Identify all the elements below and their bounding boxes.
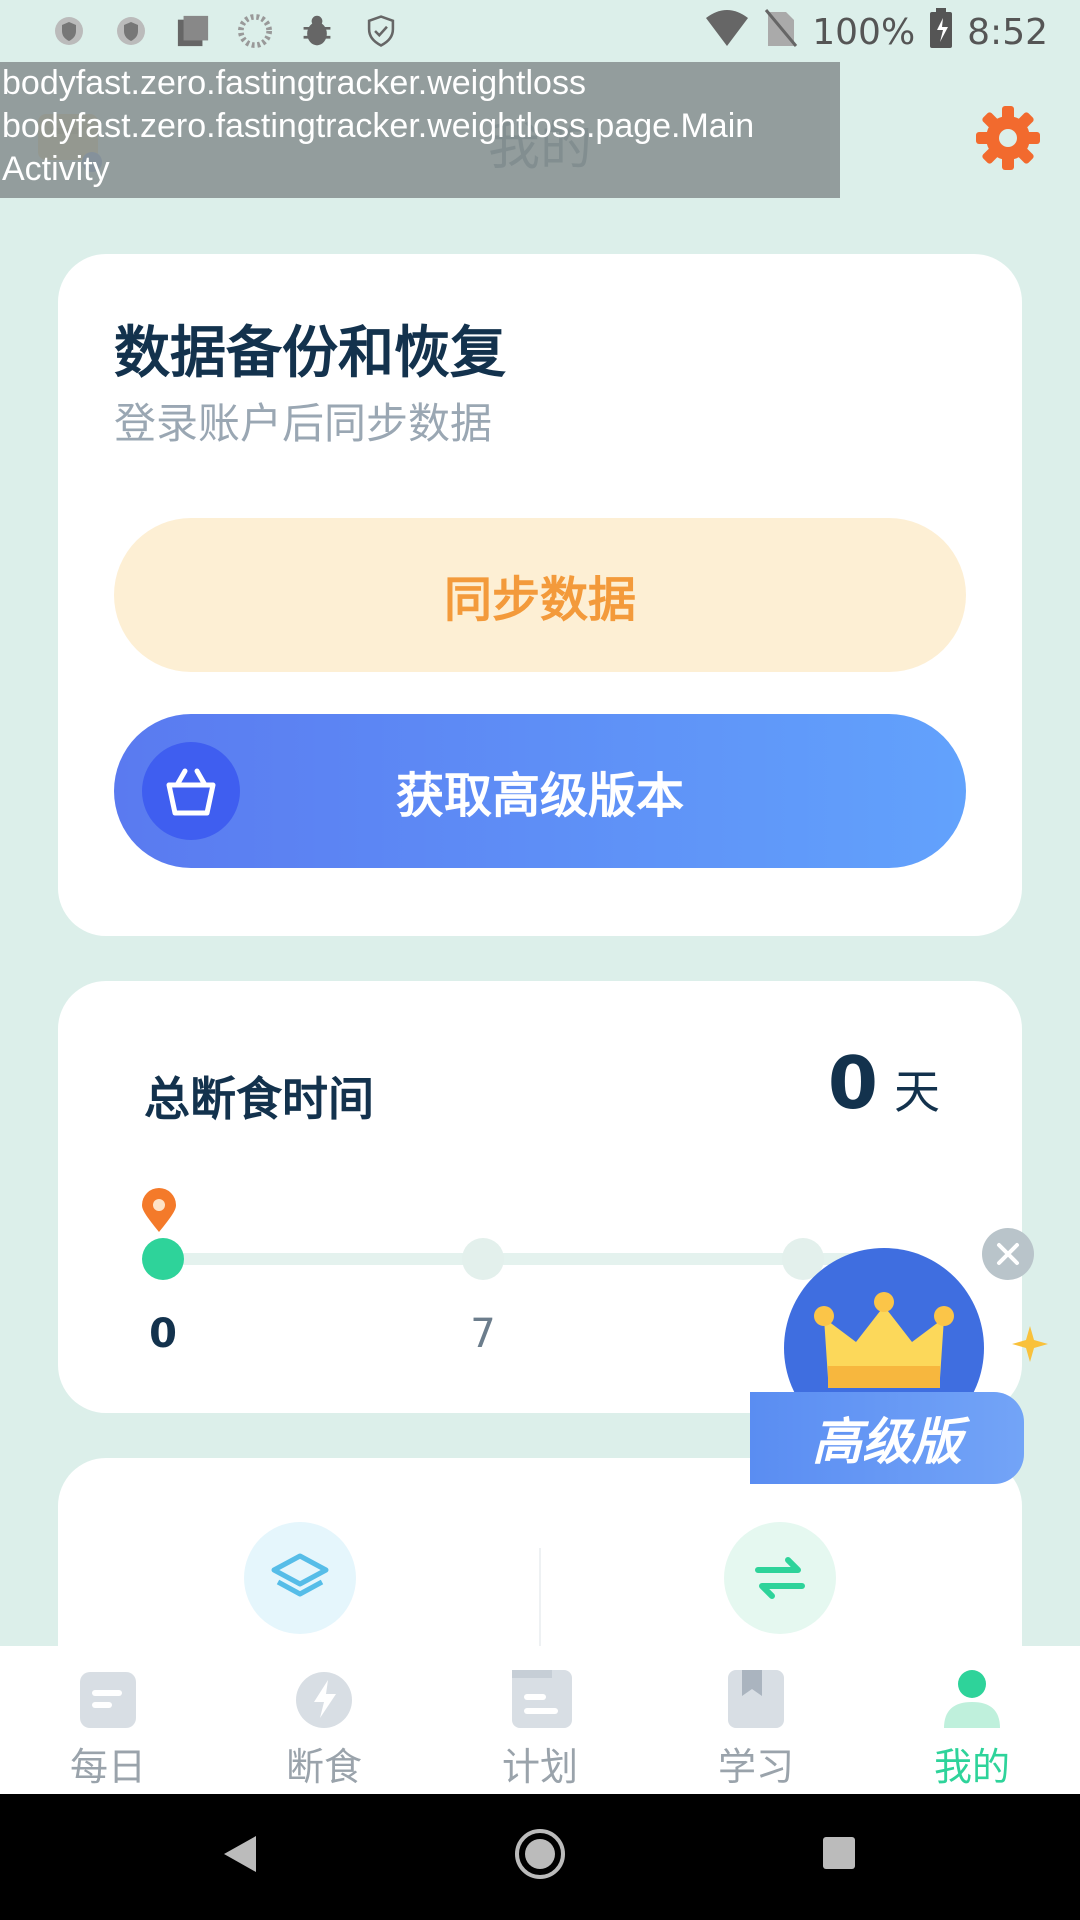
nav-label-learn: 学习 [717,1745,794,1789]
clock-time: 8:52 [967,11,1048,53]
backup-title: 数据备份和恢复 [114,321,506,386]
no-sim-icon [764,8,798,57]
fasting-days-number: 0 [827,1041,878,1125]
debug-package-line: bodyfast.zero.fastingtracker.weightloss [2,64,586,102]
nav-item-me[interactable]: 我的 [864,1646,1080,1794]
backup-card: 数据备份和恢复 登录账户后同步数据 同步数据 获取高级版本 [58,254,1022,936]
bottom-nav: 每日 断食 计划 学习 我的 [0,1646,1080,1794]
get-premium-button[interactable]: 获取高级版本 [114,714,966,868]
note-icon [78,1668,138,1730]
fasting-days-unit: 天 [894,1065,940,1119]
bookmark-icon [726,1668,786,1730]
premium-label: 获取高级版本 [395,768,684,824]
nav-item-plan[interactable]: 计划 [432,1646,648,1794]
nav-item-learn[interactable]: 学习 [648,1646,864,1794]
milestone-label: 7 [470,1311,496,1357]
fasting-time-title: 总断食时间 [144,1072,374,1126]
premium-promo-badge[interactable]: 高级版 [750,1228,1050,1488]
close-icon[interactable] [982,1228,1034,1280]
home-icon[interactable] [514,1828,566,1884]
layers-icon[interactable] [244,1522,356,1634]
debug-activity-line: bodyfast.zero.fastingtracker.weightloss.… [2,107,755,145]
nav-label-me: 我的 [933,1745,1010,1789]
location-pin-icon [140,1188,178,1234]
back-icon[interactable] [222,1834,258,1878]
backup-subtitle: 登录账户后同步数据 [114,399,493,448]
nav-item-daily[interactable]: 每日 [0,1646,216,1794]
shield-badge-icon [52,14,86,48]
sync-data-button[interactable]: 同步数据 [114,518,966,672]
basket-icon [142,742,240,840]
check-shield-icon [364,14,398,48]
crown-icon [784,1248,984,1408]
nav-label-fasting: 断食 [285,1745,362,1789]
wifi-icon [704,8,750,57]
milestone-label: 0 [149,1311,177,1357]
activity-debug-overlay: bodyfast.zero.fastingtracker.weightloss … [0,62,840,198]
person-icon [942,1668,1002,1730]
square-icon [176,14,210,48]
shield-badge-icon [114,14,148,48]
calendar-icon [510,1668,572,1730]
nav-label-plan: 计划 [501,1745,578,1789]
loading-circle-icon [238,14,272,48]
divider [539,1548,541,1658]
battery-percent: 100% [812,11,916,53]
system-nav-bar [0,1794,1080,1920]
sparkle-icon [1012,1326,1048,1366]
battery-icon [929,7,953,57]
bug-icon [300,14,334,48]
status-bar: 100% 8:52 [0,0,1080,64]
premium-badge-label: 高级版 [750,1392,1024,1484]
swap-icon[interactable] [724,1522,836,1634]
lightning-icon [294,1668,354,1730]
nav-item-fasting[interactable]: 断食 [216,1646,432,1794]
recents-icon[interactable] [822,1836,856,1874]
milestone-dot [462,1238,504,1280]
debug-activity-line-cont: Activity [2,150,110,188]
nav-label-daily: 每日 [69,1745,146,1789]
gear-icon[interactable] [972,102,1044,174]
fasting-time-value: 0 天 [828,1041,940,1125]
milestone-dot [142,1238,184,1280]
